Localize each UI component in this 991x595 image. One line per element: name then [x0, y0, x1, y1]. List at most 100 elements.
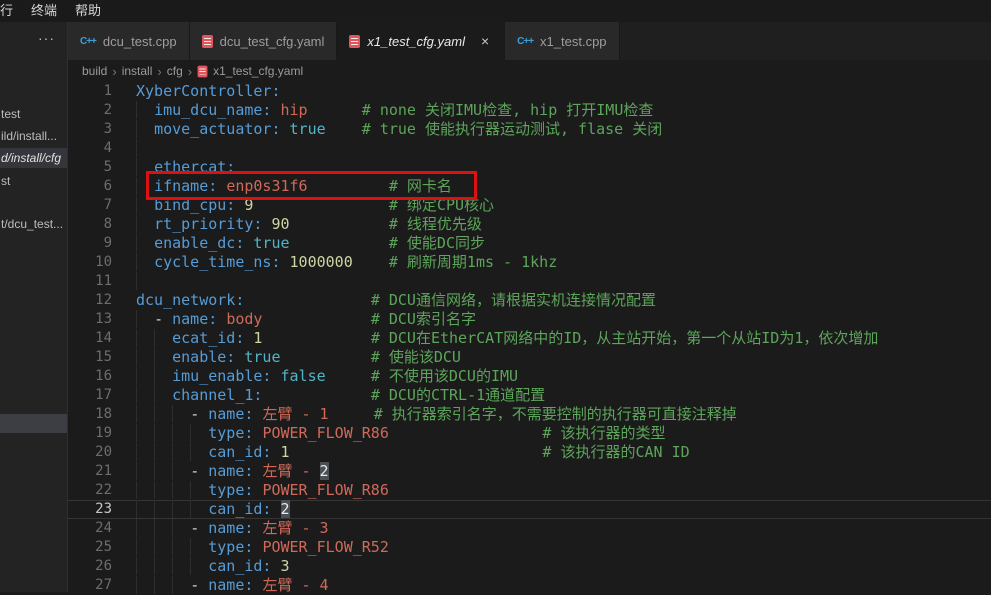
- code-token: [136, 500, 208, 518]
- code-line[interactable]: 1XyberController:: [68, 82, 991, 101]
- code-editor[interactable]: 1XyberController:2 imu_dcu_name: hip # n…: [68, 82, 991, 592]
- line-number: 10: [68, 253, 112, 272]
- menu-item[interactable]: 帮助: [66, 0, 110, 22]
- code-line[interactable]: 10 cycle_time_ns: 1000000 # 刷新周期1ms - 1k…: [68, 253, 991, 272]
- code-token: body: [226, 310, 262, 328]
- sidebar: ··· testild/install...d/install/cfg st t/d…: [0, 22, 68, 592]
- sidebar-item[interactable]: d/install/cfg: [0, 148, 67, 168]
- code-token: name:: [208, 462, 253, 480]
- editor-tab[interactable]: x1_test_cfg.yaml×: [337, 22, 505, 60]
- comment-token: # 该执行器的类型: [542, 424, 665, 442]
- code-line[interactable]: 6 ifname: enp0s31f6 # 网卡名: [68, 177, 991, 196]
- code-token: [136, 120, 154, 138]
- menu-item[interactable]: 行: [0, 0, 22, 22]
- code-token: type:: [208, 424, 253, 442]
- code-token: can_id:: [208, 443, 271, 461]
- code-token: [136, 234, 154, 252]
- code-line[interactable]: 15 enable: true # 使能该DCU: [68, 348, 991, 367]
- code-token: cycle_time_ns:: [154, 253, 280, 271]
- editor-tab[interactable]: dcu_test_cfg.yaml: [190, 22, 338, 60]
- code-line[interactable]: 2 imu_dcu_name: hip # none 关闭IMU检查, hip …: [68, 101, 991, 120]
- code-token: enp0s31f6: [226, 177, 307, 195]
- code-line[interactable]: 3 move_actuator: true # true 使能执行器运动测试, …: [68, 120, 991, 139]
- menu-item[interactable]: 终端: [22, 0, 66, 22]
- chevron-right-icon: ›: [157, 64, 161, 79]
- code-token: POWER_FLOW_R52: [262, 538, 388, 556]
- code-line[interactable]: 18 - name: 左臂 - 1 # 执行器索引名字，不需要控制的执行器可直接…: [68, 405, 991, 424]
- code-token: POWER_FLOW_R86: [262, 424, 388, 442]
- sidebar-item[interactable]: ild/install...: [0, 126, 67, 146]
- code-line[interactable]: 8 rt_priority: 90 # 线程优先级: [68, 215, 991, 234]
- code-token: -: [154, 310, 172, 328]
- code-line[interactable]: 23 can_id: 2: [68, 500, 991, 519]
- code-token: [136, 405, 190, 423]
- code-line[interactable]: 20 can_id: 1 # 该执行器的CAN ID: [68, 443, 991, 462]
- line-number: 23: [68, 500, 112, 519]
- code-line[interactable]: 7 bind_cpu: 9 # 绑定CPU核心: [68, 196, 991, 215]
- code-token: dcu_network:: [136, 291, 244, 309]
- breadcrumb-item[interactable]: cfg: [167, 64, 183, 78]
- code-line[interactable]: 19 type: POWER_FLOW_R86 # 该执行器的类型: [68, 424, 991, 443]
- editor-tab[interactable]: C++x1_test.cpp: [505, 22, 619, 60]
- line-number: 17: [68, 386, 112, 405]
- menu-bar: 行终端帮助: [0, 0, 991, 22]
- code-token: 90: [271, 215, 289, 233]
- code-text: - name: body # DCU索引名字: [112, 310, 476, 329]
- code-text: imu_enable: false # 不使用该DCU的IMU: [112, 367, 518, 386]
- code-line[interactable]: 21 - name: 左臂 - 2: [68, 462, 991, 481]
- code-line[interactable]: 22 type: POWER_FLOW_R86: [68, 481, 991, 500]
- code-token: enable_dc:: [154, 234, 244, 252]
- line-number: 24: [68, 519, 112, 538]
- code-token: true: [244, 348, 280, 366]
- sidebar-item[interactable]: st: [0, 171, 67, 191]
- code-line[interactable]: 9 enable_dc: true # 使能DC同步: [68, 234, 991, 253]
- breadcrumb-item[interactable]: install: [122, 64, 153, 78]
- code-line[interactable]: 25 type: POWER_FLOW_R52: [68, 538, 991, 557]
- code-line[interactable]: 24 - name: 左臂 - 3: [68, 519, 991, 538]
- code-text: [112, 139, 154, 158]
- code-line[interactable]: 17 channel_1: # DCU的CTRL-1通道配置: [68, 386, 991, 405]
- comment-token: # DCU通信网络，请根据实机连接情况配置: [371, 291, 656, 309]
- chevron-right-icon: ›: [112, 64, 116, 79]
- code-text: XyberController:: [112, 82, 281, 101]
- code-text: [112, 272, 154, 291]
- comment-token: # 线程优先级: [389, 215, 482, 233]
- sidebar-item[interactable]: test: [0, 104, 67, 124]
- code-token: [136, 196, 154, 214]
- breadcrumb-item[interactable]: build: [82, 64, 107, 78]
- code-token: [136, 253, 154, 271]
- code-token: rt_priority:: [154, 215, 262, 233]
- code-line[interactable]: 26 can_id: 3: [68, 557, 991, 576]
- line-number: 13: [68, 310, 112, 329]
- code-line[interactable]: 12 dcu_network: # DCU通信网络，请根据实机连接情况配置: [68, 291, 991, 310]
- tab-bar: C++dcu_test.cppdcu_test_cfg.yamlx1_test_…: [68, 22, 991, 60]
- code-line[interactable]: 16 imu_enable: false # 不使用该DCU的IMU: [68, 367, 991, 386]
- code-line[interactable]: 5 ethercat:: [68, 158, 991, 177]
- code-token: [308, 101, 362, 119]
- code-text: type: POWER_FLOW_R86 # 该执行器的类型: [112, 424, 665, 443]
- code-token: true: [290, 120, 326, 138]
- comment-token: # DCU在EtherCAT网络中的ID，从主站开始，第一个从站ID为1，依次增…: [371, 329, 879, 347]
- editor-tab[interactable]: C++dcu_test.cpp: [68, 22, 190, 60]
- code-line[interactable]: 27 - name: 左臂 - 4: [68, 576, 991, 595]
- code-token: name:: [208, 519, 253, 537]
- code-token: POWER_FLOW_R86: [262, 481, 388, 499]
- sidebar-item[interactable]: t/dcu_test...: [0, 214, 67, 234]
- code-line[interactable]: 4: [68, 139, 991, 158]
- comment-token: # none 关闭IMU检查, hip 打开IMU检查: [362, 101, 654, 119]
- breadcrumb-file[interactable]: x1_test_cfg.yaml: [213, 64, 303, 78]
- code-token: enable:: [172, 348, 235, 366]
- code-line[interactable]: 14 ecat_id: 1 # DCU在EtherCAT网络中的ID，从主站开始…: [68, 329, 991, 348]
- code-line[interactable]: 11: [68, 272, 991, 291]
- code-line[interactable]: 13 - name: body # DCU索引名字: [68, 310, 991, 329]
- code-token: [308, 177, 389, 195]
- line-number: 1: [68, 82, 112, 101]
- code-token: [262, 310, 370, 328]
- close-icon[interactable]: ×: [478, 33, 492, 49]
- line-number: 8: [68, 215, 112, 234]
- code-token: 左臂 - 4: [262, 576, 328, 594]
- more-actions-icon[interactable]: ···: [38, 30, 55, 46]
- code-token: [271, 367, 280, 385]
- tab-label: dcu_test.cpp: [103, 34, 177, 49]
- line-number: 12: [68, 291, 112, 310]
